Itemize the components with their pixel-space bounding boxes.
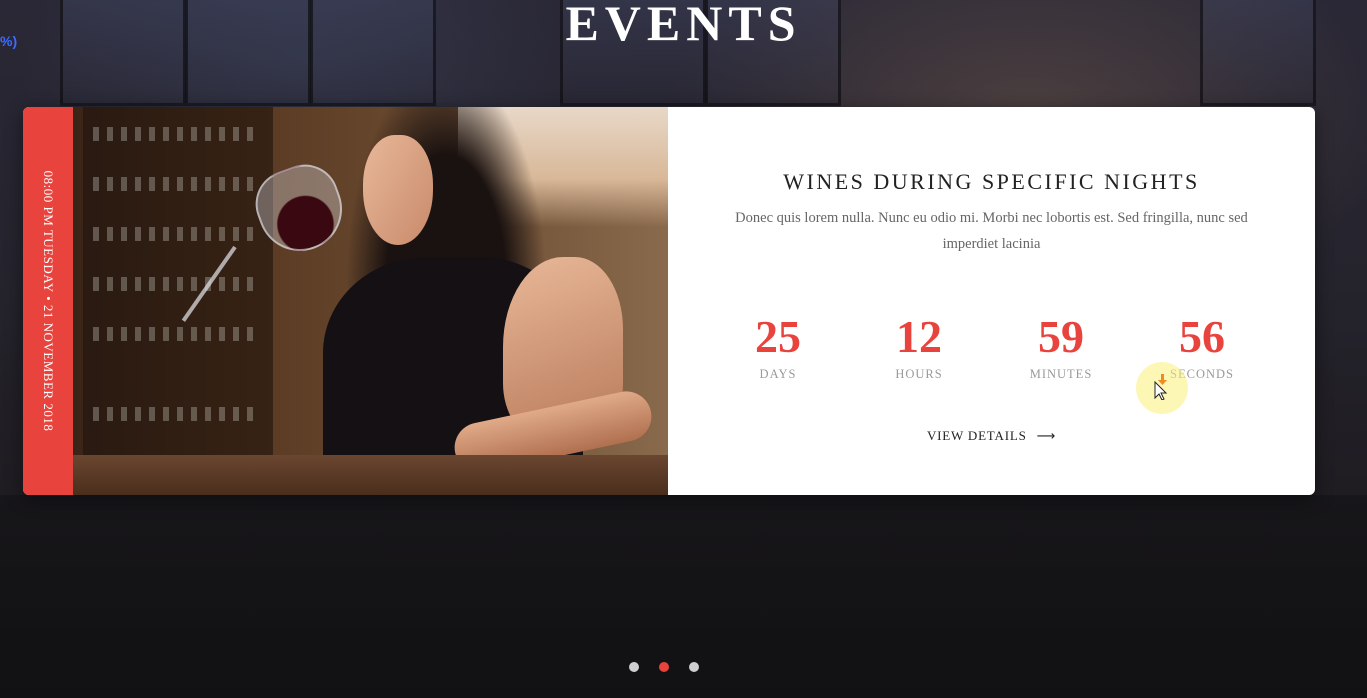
photo-bottle-row — [93, 407, 253, 421]
countdown-days: 25 DAYS — [718, 312, 838, 382]
pager-dot[interactable] — [689, 662, 699, 672]
view-details-label[interactable]: VIEW DETAILS — [927, 428, 1027, 443]
pager-dot[interactable] — [659, 662, 669, 672]
event-photo — [73, 107, 668, 495]
event-card: 08:00 PM TUESDAY • 21 NOVEMBER 2018 WINE… — [23, 107, 1315, 495]
photo-woman-face — [363, 135, 433, 245]
countdown-minutes-label: MINUTES — [1029, 367, 1093, 381]
countdown-days-value: 25 — [755, 311, 801, 362]
pager-dot[interactable] — [629, 662, 639, 672]
countdown-minutes-value: 59 — [1038, 311, 1084, 362]
carousel-pager — [620, 658, 710, 678]
countdown: 25 DAYS 12 HOURS 59 MINUTES 56 SECONDS — [708, 312, 1275, 402]
countdown-hours: 12 HOURS — [859, 312, 979, 382]
countdown-seconds-value: 56 — [1179, 311, 1225, 362]
photo-counter — [73, 455, 668, 495]
photo-bottle-row — [93, 277, 253, 291]
photo-bottle-row — [93, 127, 253, 141]
event-date: 08:00 PM TUESDAY • 21 NOVEMBER 2018 — [41, 170, 56, 432]
countdown-hours-value: 12 — [896, 311, 942, 362]
section-title: EVENTS — [565, 0, 802, 51]
arrow-right-icon[interactable]: ⟶ — [1037, 429, 1056, 444]
photo-bottle-row — [93, 177, 253, 191]
event-description: Donec quis lorem nulla. Nunc eu odio mi.… — [735, 210, 1248, 252]
view-details-link[interactable]: VIEW DETAILS ⟶ — [668, 428, 1315, 444]
countdown-minutes: 59 MINUTES — [1001, 312, 1121, 382]
event-info: WINES DURING SPECIFIC NIGHTS Donec quis … — [668, 107, 1315, 495]
event-title: WINES DURING SPECIFIC NIGHTS — [783, 169, 1200, 194]
countdown-hours-label: HOURS — [895, 367, 943, 381]
mouse-pointer-icon — [1154, 374, 1168, 400]
events-page: %) EVENTS 08:00 PM TUESDAY • 21 NOVEMBER… — [0, 0, 1367, 698]
countdown-days-label: DAYS — [759, 367, 797, 381]
photo-bottle-row — [93, 227, 253, 241]
photo-bottle-row — [93, 327, 253, 341]
date-strip: 08:00 PM TUESDAY • 21 NOVEMBER 2018 — [23, 107, 73, 495]
